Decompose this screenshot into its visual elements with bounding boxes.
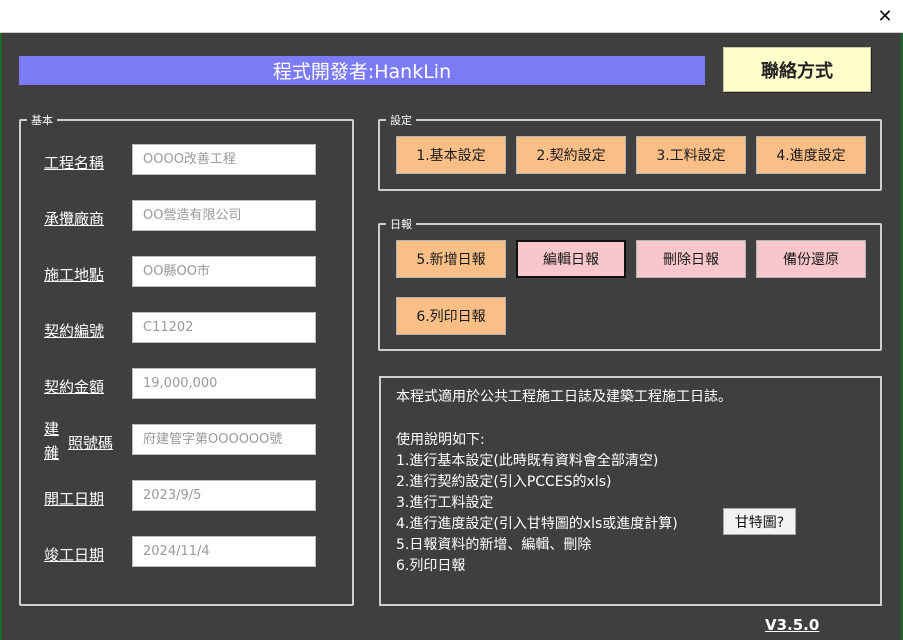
progress-setting-button[interactable]: 4.進度設定 xyxy=(756,136,866,174)
material-setting-button[interactable]: 3.工料設定 xyxy=(636,136,746,174)
project-name-label: 工程名稱 xyxy=(44,154,105,172)
instruction-step-1: 1.進行基本設定(此時既有資料會全部清空) xyxy=(396,453,659,469)
developer-banner: 程式開發者:HankLin xyxy=(19,56,705,85)
contract-setting-button[interactable]: 2.契約設定 xyxy=(516,136,626,174)
daily-report-group-legend: 日報 xyxy=(390,218,412,231)
building-label-top: 建 xyxy=(44,420,60,438)
start-date-input[interactable]: 2023/9/5 xyxy=(132,480,316,511)
instructions-heading: 使用說明如下: xyxy=(396,432,485,448)
instruction-step-3: 3.進行工料設定 xyxy=(396,495,494,511)
start-date-label: 開工日期 xyxy=(44,490,105,508)
close-button[interactable]: ✕ xyxy=(867,0,903,32)
contractor-label: 承攬廠商 xyxy=(44,210,105,228)
window-edge-left xyxy=(0,33,2,640)
instructions-intro: 本程式適用於公共工程施工日誌及建築工程施工日誌。 xyxy=(396,389,732,405)
instruction-step-4: 4.進行進度設定(引入甘特圖的xls或進度計算) xyxy=(396,516,678,532)
instruction-step-5: 5.日報資料的新增、編輯、刪除 xyxy=(396,537,592,553)
close-icon: ✕ xyxy=(877,5,893,27)
settings-group-legend: 設定 xyxy=(390,114,412,127)
title-bar: ✕ xyxy=(0,0,903,33)
contractor-input[interactable]: OO營造有限公司 xyxy=(132,200,316,231)
version-link[interactable]: V3.5.0 xyxy=(765,616,819,634)
site-location-label: 施工地點 xyxy=(44,266,105,284)
project-name-input[interactable]: OOOO改善工程 xyxy=(132,144,316,175)
contract-amount-input[interactable]: 19,000,000 xyxy=(132,368,316,399)
add-daily-report-button[interactable]: 5.新增日報 xyxy=(396,240,506,278)
print-daily-report-button[interactable]: 6.列印日報 xyxy=(396,297,506,335)
contract-amount-label: 契約金額 xyxy=(44,378,105,396)
gantt-help-button[interactable]: 甘特圖? xyxy=(723,508,796,535)
basic-group: 基本 xyxy=(19,112,354,606)
contract-number-input[interactable]: C11202 xyxy=(132,312,316,343)
completion-date-input[interactable]: 2024/11/4 xyxy=(132,536,316,567)
basic-setting-button[interactable]: 1.基本設定 xyxy=(396,136,506,174)
contract-number-label: 契約編號 xyxy=(44,322,105,340)
building-label-bottom: 雜 xyxy=(44,444,60,462)
completion-date-label: 竣工日期 xyxy=(44,546,105,564)
edit-daily-report-button[interactable]: 編輯日報 xyxy=(516,240,626,278)
backup-restore-button[interactable]: 備份還原 xyxy=(756,240,866,278)
site-location-input[interactable]: OO縣OO市 xyxy=(132,256,316,287)
contact-button[interactable]: 聯絡方式 xyxy=(723,47,871,92)
permit-number-input[interactable]: 府建管字第OOOOOO號 xyxy=(132,424,316,455)
delete-daily-report-button[interactable]: 刪除日報 xyxy=(636,240,746,278)
instruction-step-2: 2.進行契約設定(引入PCCES的xls) xyxy=(396,474,612,490)
basic-group-legend: 基本 xyxy=(31,114,53,127)
permit-number-label: 照號碼 xyxy=(68,434,114,452)
instruction-step-6: 6.列印日報 xyxy=(396,558,466,574)
